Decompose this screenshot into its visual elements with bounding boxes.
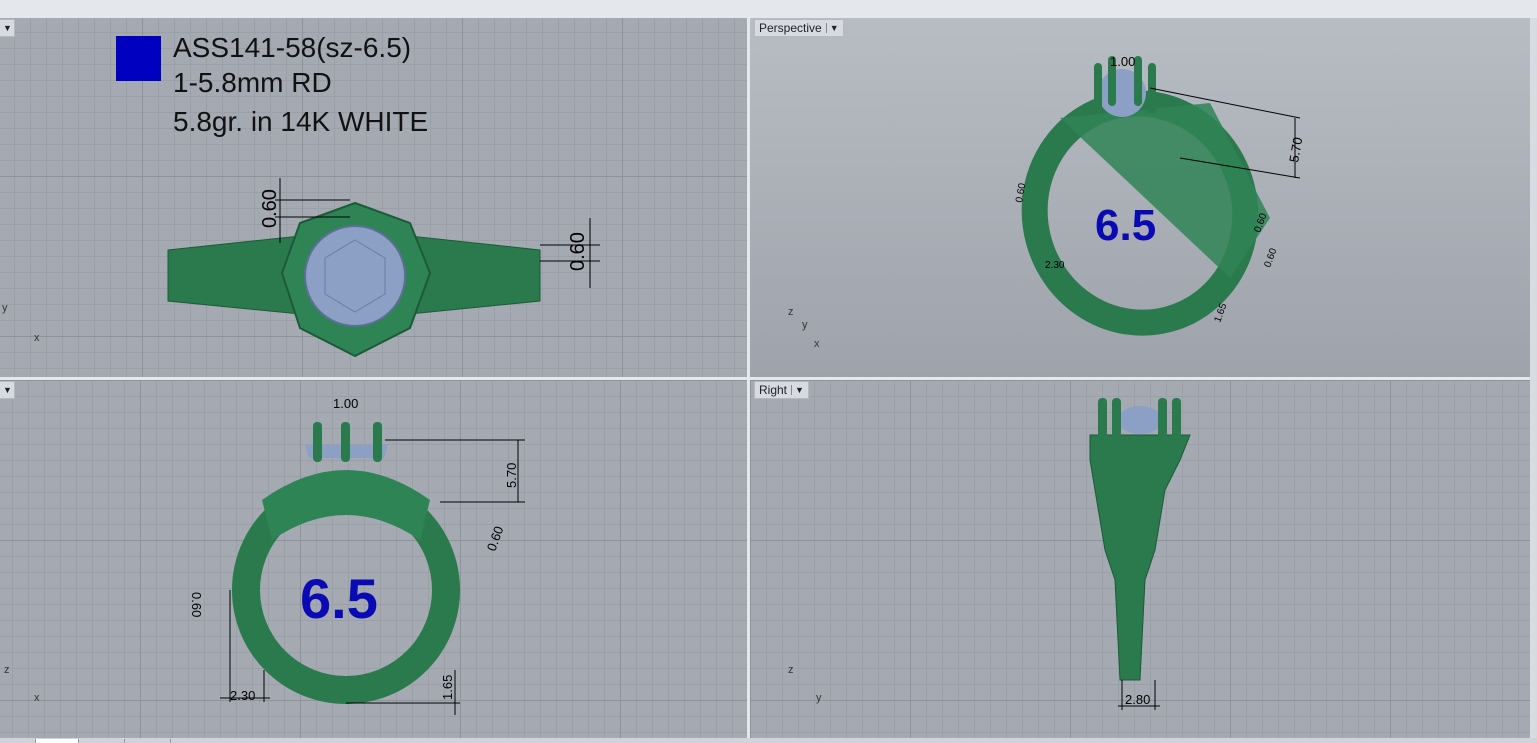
viewport-top[interactable]: ▼ ASS141-58(sz-6.5) 1-5.8mm RD 5.8gr. in… bbox=[0, 18, 747, 377]
axis-label-z: z bbox=[788, 664, 794, 676]
viewport-tab[interactable] bbox=[78, 739, 124, 743]
dim-label: 0.60 bbox=[567, 232, 589, 271]
dim-label: 5.70 bbox=[1286, 136, 1305, 164]
viewport-front[interactable]: ▼ 6.5 1.00 5.70 0.60 0.60 2.30 1.65 z x bbox=[0, 380, 747, 738]
axis-label-x: x bbox=[34, 332, 40, 344]
dim-label: 1.00 bbox=[1110, 54, 1135, 69]
dim-label: 0.60 bbox=[189, 592, 204, 617]
ring-front-view: 6.5 1.00 5.70 0.60 0.60 2.30 1.65 bbox=[189, 396, 525, 715]
axis-label-y: y bbox=[802, 319, 808, 331]
dim-label: 1.00 bbox=[333, 396, 358, 411]
ring-right-view: 2.80 bbox=[1089, 398, 1191, 710]
dim-label: 0.60 bbox=[1262, 247, 1279, 269]
ring-size-label: 6.5 bbox=[300, 567, 378, 630]
axis-label-z: z bbox=[788, 306, 794, 318]
axis-label-x: x bbox=[814, 338, 820, 350]
ring-size-label: 6.5 bbox=[1095, 201, 1156, 250]
viewport-perspective[interactable]: Perspective ▼ 6.5 1.00 5.70 0.60 0.60 0.6… bbox=[750, 18, 1530, 377]
dim-label: 1.65 bbox=[440, 675, 455, 700]
dim-label: 2.30 bbox=[1045, 260, 1065, 271]
ring-perspective-view: 6.5 1.00 5.70 0.60 0.60 0.60 2.30 1.65 bbox=[1014, 54, 1305, 336]
viewport-tab[interactable] bbox=[35, 739, 78, 743]
viewport-tab[interactable] bbox=[170, 739, 202, 743]
viewport-tab[interactable] bbox=[124, 739, 170, 743]
viewport-tabs[interactable] bbox=[0, 738, 1537, 743]
right-panel-edge bbox=[1530, 18, 1537, 738]
viewport-right[interactable]: Right ▼ 2.80 z y bbox=[750, 380, 1530, 738]
dim-label: 2.80 bbox=[1125, 692, 1150, 707]
title-bar bbox=[0, 0, 1537, 18]
dim-label: 2.30 bbox=[230, 688, 255, 703]
axis-label-x: x bbox=[34, 692, 40, 704]
dim-label: 0.60 bbox=[259, 189, 281, 228]
axis-label-y: y bbox=[816, 692, 822, 704]
dim-label: 5.70 bbox=[504, 463, 519, 488]
ring-top-view: 0.60 0.60 bbox=[167, 178, 600, 358]
dim-label: 0.60 bbox=[484, 524, 507, 553]
axis-label-y: y bbox=[2, 302, 8, 314]
axis-label-z: z bbox=[4, 664, 10, 676]
